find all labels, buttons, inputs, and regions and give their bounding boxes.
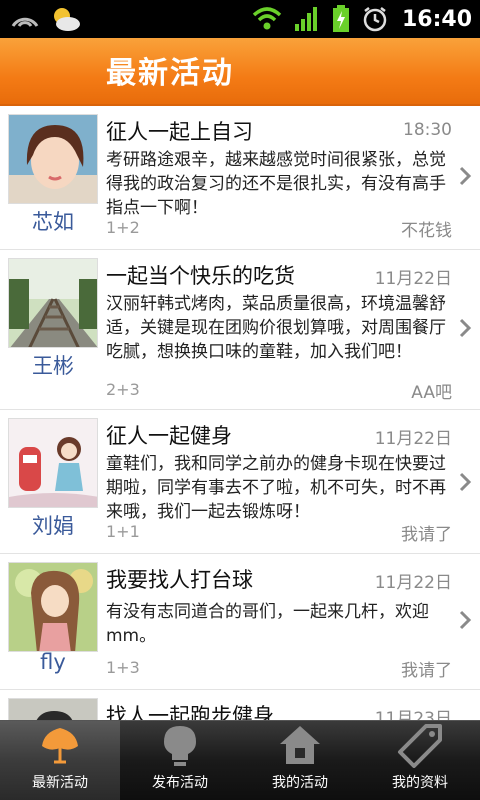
activity-description: 有没有志同道合的哥们，一起来几杆，欢迎mm。 — [106, 602, 429, 646]
participant-count: 1+3 — [106, 658, 140, 677]
user-name: 芯如 — [32, 210, 74, 234]
activity-title: 征人一起上自习 — [106, 120, 253, 144]
page-header: 最新活动 — [0, 38, 480, 106]
participant-count: 1+1 — [106, 522, 140, 541]
page-title: 最新活动 — [106, 56, 234, 91]
tab-post-activity[interactable]: 发布活动 — [120, 721, 240, 800]
list-item[interactable]: 芯如 征人一起上自习 18:30 考研路途艰辛，越来越感觉时间很紧张，总觉得我的… — [0, 106, 480, 250]
avatar — [8, 114, 98, 204]
activity-time: 11月22日 — [374, 573, 452, 593]
clock: 16:40 — [401, 6, 472, 32]
tab-my-activities[interactable]: 我的活动 — [240, 721, 360, 800]
chevron-right-icon — [459, 166, 472, 186]
tab-my-profile[interactable]: 我的资料 — [360, 721, 480, 800]
avatar — [8, 562, 98, 652]
wifi-icon — [252, 7, 282, 30]
activity-title: 我要找人打台球 — [106, 568, 253, 592]
list-item[interactable]: 刘娟 征人一起健身 11月22日 童鞋们，我和同学之前办的健身卡现在快要过期啦，… — [0, 410, 480, 554]
tab-label: 最新活动 — [32, 775, 88, 791]
user-name: 王彬 — [32, 354, 74, 378]
activity-list[interactable]: 芯如 征人一起上自习 18:30 考研路途艰辛，越来越感觉时间很紧张，总觉得我的… — [0, 106, 480, 720]
chevron-right-icon — [459, 610, 472, 630]
battery-charging-icon — [332, 5, 349, 32]
activity-time: 18:30 — [403, 120, 452, 140]
avatar — [8, 698, 98, 720]
activity-description: 童鞋们，我和同学之前办的健身卡现在快要过期啦，同学有事去不了啦，机不可失，时不再… — [106, 454, 446, 522]
chevron-right-icon — [459, 472, 472, 492]
signal-arc-icon — [11, 17, 39, 27]
user-name: fly — [40, 650, 66, 674]
activity-description: 考研路途艰辛，越来越感觉时间很紧张，总觉得我的政治复习的还不是很扎实，有没有高手… — [106, 150, 446, 218]
bottom-tab-bar: 最新活动 发布活动 我的活动 我的资料 — [0, 720, 480, 800]
leaf-icon — [42, 728, 78, 764]
list-item[interactable]: 王彬 一起当个快乐的吃货 11月22日 汉丽轩韩式烤肉，菜品质量很高，环境温馨舒… — [0, 250, 480, 410]
tab-label: 我的资料 — [392, 775, 448, 791]
tab-label: 发布活动 — [152, 775, 208, 791]
alarm-icon — [363, 7, 387, 32]
tab-label: 我的活动 — [272, 775, 328, 791]
activity-title: 征人一起健身 — [106, 424, 232, 448]
tab-latest-activities[interactable]: 最新活动 — [0, 721, 120, 800]
participant-count: 2+3 — [106, 380, 140, 399]
house-icon — [280, 726, 320, 764]
chevron-right-icon — [459, 318, 472, 338]
avatar — [8, 258, 98, 348]
activity-title: 一起当个快乐的吃货 — [106, 264, 295, 288]
tag-icon — [398, 724, 442, 768]
list-item[interactable]: fly 我要找人打台球 11月22日 有没有志同道合的哥们，一起来几杆，欢迎mm… — [0, 554, 480, 690]
list-item[interactable]: 找人一起跑步健身 11月23日 — [0, 690, 480, 720]
signal-bars-icon — [294, 7, 317, 31]
activity-time: 11月22日 — [374, 429, 452, 449]
activity-time: 11月22日 — [374, 269, 452, 289]
cost-tag: AA吧 — [411, 383, 452, 403]
cost-tag: 我请了 — [401, 661, 452, 681]
cost-tag: 不花钱 — [401, 221, 452, 241]
status-bar: 16:40 — [0, 0, 480, 38]
weather-icon — [54, 8, 80, 31]
bulb-icon — [164, 726, 196, 766]
participant-count: 1+2 — [106, 218, 140, 237]
activity-time: 11月23日 — [374, 709, 452, 720]
cost-tag: 我请了 — [401, 525, 452, 545]
avatar — [8, 418, 98, 508]
activity-description: 汉丽轩韩式烤肉，菜品质量很高，环境温馨舒适，关键是现在团购价很划算哦，对周围餐厅… — [106, 294, 446, 362]
user-name: 刘娟 — [32, 514, 74, 538]
activity-title: 找人一起跑步健身 — [106, 704, 274, 720]
